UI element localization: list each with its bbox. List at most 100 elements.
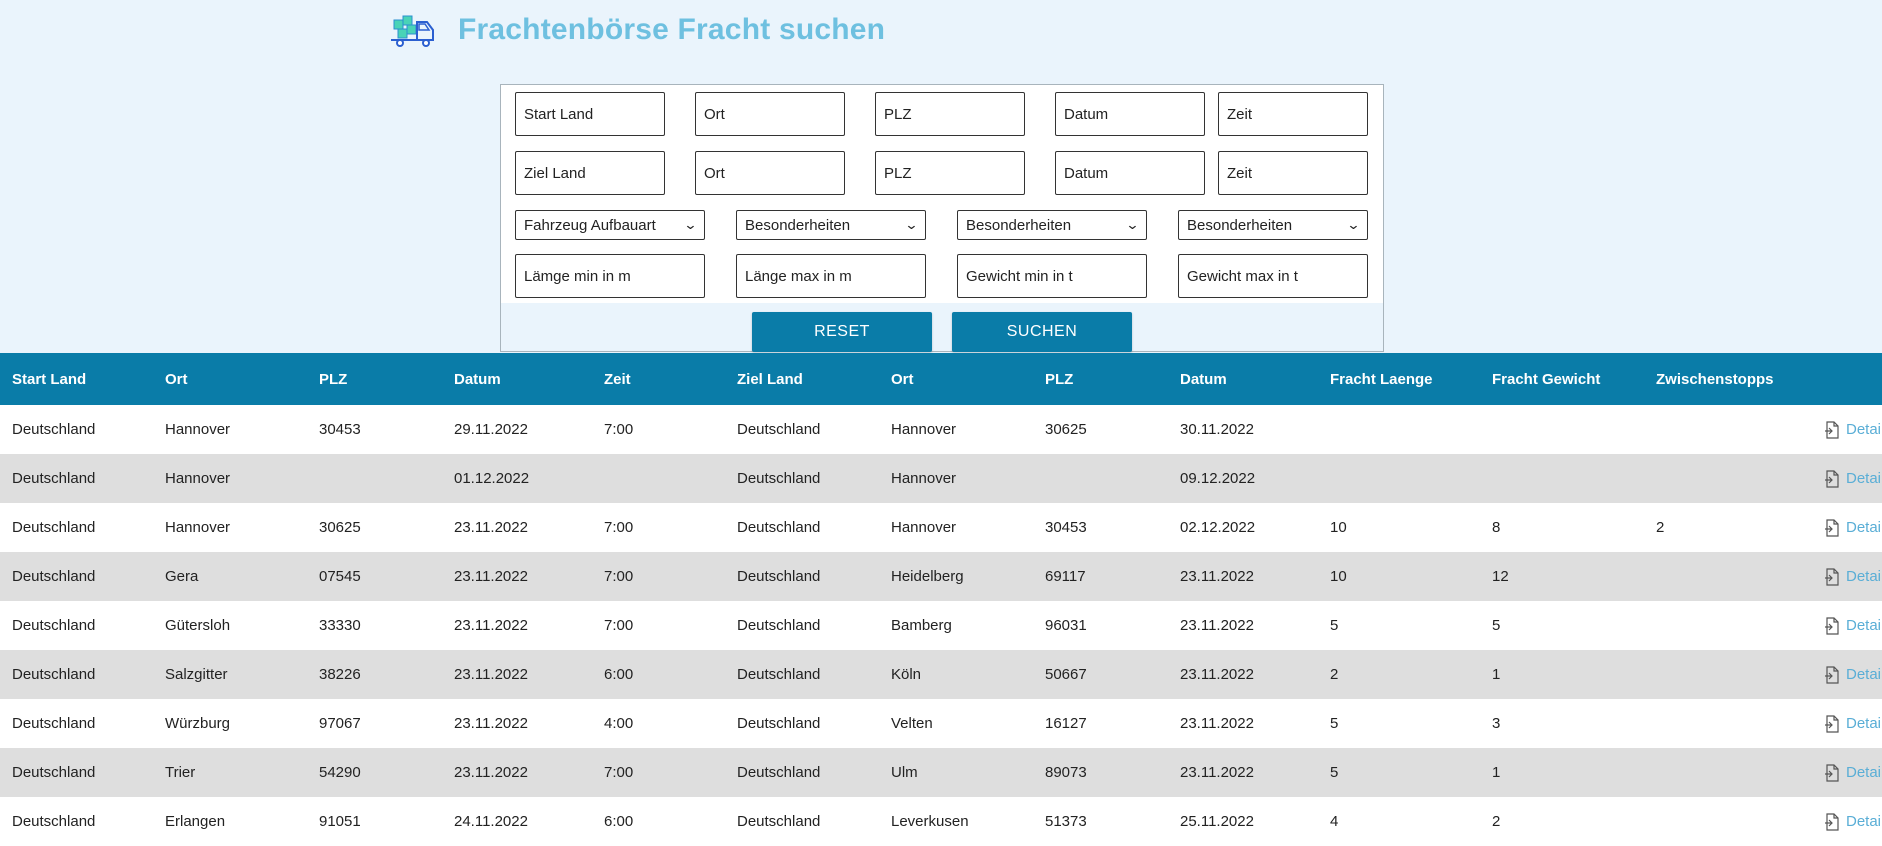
details-link[interactable]: Details: [1824, 405, 1882, 454]
column-header-ziel-datum: Datum: [1180, 370, 1227, 388]
table-row: Deutschland Erlangen 91051 24.11.2022 6:00 De…: [0, 797, 1882, 846]
cell-ziel-ort: Leverkusen: [891, 813, 969, 830]
details-document-icon: [1825, 420, 1839, 439]
besonderheiten-select-value: Besonderheiten: [1187, 216, 1293, 234]
cell-ort: Gera: [165, 568, 199, 585]
cell-ziel-land: Deutschland: [737, 568, 821, 585]
column-header-ort: Ort: [165, 370, 188, 388]
cell-ziel-datum: 02.12.2022: [1180, 519, 1256, 536]
details-link[interactable]: Details: [1824, 650, 1882, 699]
cell-ziel-land: Deutschland: [737, 470, 821, 487]
details-link[interactable]: Details: [1824, 454, 1882, 503]
details-document-icon: [1825, 812, 1839, 831]
details-document-icon: [1825, 567, 1839, 586]
cell-start-land: Deutschland: [12, 715, 96, 732]
details-label: Details: [1846, 764, 1882, 781]
cell-fracht-gewicht: 3: [1492, 715, 1501, 732]
cell-ziel-plz: 51373: [1045, 813, 1087, 830]
cell-fracht-laenge: 5: [1330, 764, 1339, 781]
laenge-min-field[interactable]: [515, 254, 705, 298]
suchen-button[interactable]: SUCHEN: [952, 312, 1132, 352]
start-land-field[interactable]: [515, 92, 665, 136]
start-plz-field[interactable]: [875, 92, 1025, 136]
cell-fracht-laenge: 5: [1330, 715, 1339, 732]
details-link[interactable]: Details: [1824, 748, 1882, 797]
cell-fracht-laenge: 4: [1330, 813, 1339, 830]
cell-ziel-land: Deutschland: [737, 666, 821, 683]
cell-plz: 33330: [319, 617, 361, 634]
cell-ziel-ort: Heidelberg: [891, 568, 964, 585]
ziel-plz-field[interactable]: [875, 151, 1025, 195]
details-label: Details: [1846, 519, 1882, 536]
details-link[interactable]: Details: [1824, 797, 1882, 846]
cell-datum: 24.11.2022: [454, 813, 528, 830]
cell-ziel-datum: 23.11.2022: [1180, 764, 1254, 781]
details-label: Details: [1846, 715, 1882, 732]
cell-ziel-ort: Hannover: [891, 421, 957, 438]
cell-ziel-ort: Köln: [891, 666, 922, 683]
cell-ziel-land: Deutschland: [737, 617, 821, 634]
cell-ziel-land: Deutschland: [737, 519, 821, 536]
table-row: Deutschland Hannover 30625 23.11.2022 7:00 De…: [0, 503, 1882, 552]
reset-button[interactable]: RESET: [752, 312, 932, 352]
cell-ziel-land: Deutschland: [737, 764, 821, 781]
cell-fracht-laenge: 10: [1330, 568, 1347, 585]
cell-zeit: 7:00: [604, 421, 634, 438]
ziel-zeit-field[interactable]: [1218, 151, 1368, 195]
cell-ziel-datum: 25.11.2022: [1180, 813, 1254, 830]
details-document-icon: [1825, 714, 1839, 733]
cell-start-land: Deutschland: [12, 617, 96, 634]
details-link[interactable]: Details: [1824, 699, 1882, 748]
cell-ziel-plz: 89073: [1045, 764, 1087, 781]
start-ort-field[interactable]: [695, 92, 845, 136]
details-link[interactable]: Details: [1824, 552, 1882, 601]
cell-ort: Erlangen: [165, 813, 226, 830]
ziel-ort-field[interactable]: [695, 151, 845, 195]
cell-zwischenstopps: 2: [1656, 519, 1665, 536]
start-datum-field[interactable]: [1055, 92, 1205, 136]
table-row: Deutschland Hannover 01.12.2022 Deutschland…: [0, 454, 1882, 503]
cell-fracht-gewicht: 1: [1492, 666, 1501, 683]
cell-datum: 23.11.2022: [454, 568, 528, 585]
cell-fracht-gewicht: 2: [1492, 813, 1501, 830]
besonderheiten-select-3[interactable]: Besonderheiten ⌄: [1178, 210, 1368, 240]
gewicht-min-field[interactable]: [957, 254, 1147, 298]
details-document-icon: [1825, 616, 1839, 635]
details-label: Details: [1846, 666, 1882, 683]
table-row: Deutschland Salzgitter 38226 23.11.2022 6:00…: [0, 650, 1882, 699]
cell-zeit: 7:00: [604, 617, 634, 634]
cell-start-land: Deutschland: [12, 519, 96, 536]
cell-plz: 54290: [319, 764, 361, 781]
column-header-start-land: Start Land: [12, 370, 87, 388]
cell-datum: 23.11.2022: [454, 666, 528, 683]
table-row: Deutschland Trier 54290 23.11.2022 7:00 Deuts…: [0, 748, 1882, 797]
start-zeit-field[interactable]: [1218, 92, 1368, 136]
column-header-fracht-laenge: Fracht Laenge: [1330, 370, 1433, 388]
details-link[interactable]: Details: [1824, 503, 1882, 552]
cell-fracht-laenge: 2: [1330, 666, 1339, 683]
cell-start-land: Deutschland: [12, 568, 96, 585]
fahrzeug-aufbauart-select[interactable]: Fahrzeug Aufbauart ⌄: [515, 210, 705, 240]
ziel-datum-field[interactable]: [1055, 151, 1205, 195]
cell-zeit: 6:00: [604, 666, 634, 683]
cell-ziel-datum: 23.11.2022: [1180, 568, 1254, 585]
gewicht-max-field[interactable]: [1178, 254, 1368, 298]
besonderheiten-select-value: Besonderheiten: [745, 216, 851, 234]
cell-fracht-gewicht: 5: [1492, 617, 1501, 634]
cell-start-land: Deutschland: [12, 764, 96, 781]
cell-ort: Hannover: [165, 519, 231, 536]
column-header-plz: PLZ: [319, 370, 348, 388]
cell-fracht-laenge: 5: [1330, 617, 1339, 634]
column-header-ziel-plz: PLZ: [1045, 370, 1074, 388]
besonderheiten-select-2[interactable]: Besonderheiten ⌄: [957, 210, 1147, 240]
cell-ziel-ort: Bamberg: [891, 617, 952, 634]
details-label: Details: [1846, 813, 1882, 830]
laenge-max-field[interactable]: [736, 254, 926, 298]
cell-ort: Salzgitter: [165, 666, 228, 683]
besonderheiten-select-1[interactable]: Besonderheiten ⌄: [736, 210, 926, 240]
cell-ziel-plz: 69117: [1045, 568, 1086, 585]
ziel-land-field[interactable]: [515, 151, 665, 195]
cell-ziel-datum: 23.11.2022: [1180, 666, 1254, 683]
cell-ort: Hannover: [165, 421, 231, 438]
details-link[interactable]: Details: [1824, 601, 1882, 650]
